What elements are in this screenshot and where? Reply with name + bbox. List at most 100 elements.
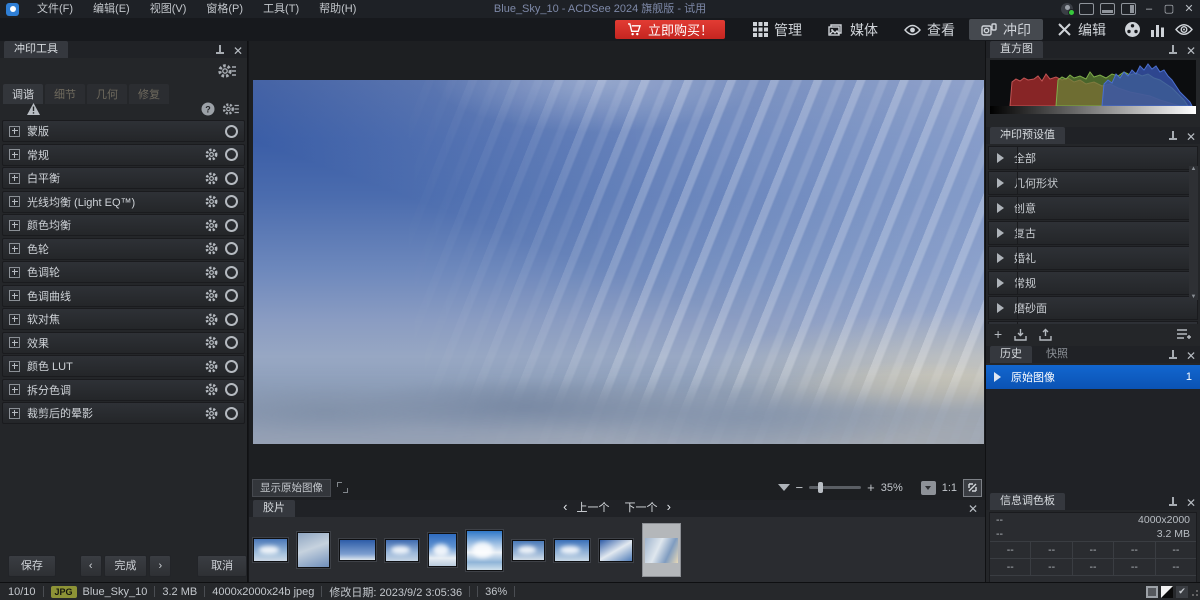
panel-settings-button[interactable]: [217, 62, 237, 80]
expand-icon[interactable]: [9, 337, 20, 348]
close-icon[interactable]: ✕: [968, 504, 978, 514]
filmstrip-thumbnail-3[interactable]: [339, 539, 376, 561]
mode-manage-button[interactable]: 管理: [741, 19, 814, 40]
toggle-icon[interactable]: [225, 360, 238, 373]
window-maximize-button[interactable]: ▢: [1162, 3, 1176, 15]
gear-menu-icon[interactable]: [221, 102, 241, 116]
prev-image-button[interactable]: ‹: [80, 555, 102, 577]
dashboard-button[interactable]: [1120, 19, 1144, 40]
filmstrip-thumbnail-6[interactable]: [466, 530, 503, 571]
fullscreen-icon[interactable]: [337, 482, 348, 493]
expand-arrow-icon[interactable]: [997, 203, 1004, 213]
close-icon[interactable]: ✕: [1186, 132, 1196, 142]
preset-wedding[interactable]: 婚礼: [988, 246, 1198, 270]
done-button[interactable]: 完成: [104, 555, 148, 577]
tool-row-split-tone[interactable]: 拆分色调: [2, 379, 245, 401]
gear-icon[interactable]: [205, 219, 218, 232]
close-icon[interactable]: ✕: [1186, 46, 1196, 56]
expand-icon[interactable]: [9, 173, 20, 184]
saved-state-icon[interactable]: ✔: [1176, 586, 1188, 598]
tool-row-tone-wheel[interactable]: 色调轮: [2, 261, 245, 283]
toggle-icon[interactable]: [225, 289, 238, 302]
pan-tool-button[interactable]: [963, 479, 982, 497]
expand-arrow-icon[interactable]: [997, 178, 1004, 188]
menu-edit[interactable]: 编辑(E): [83, 0, 140, 18]
preset-matte[interactable]: 磨砂面: [988, 296, 1198, 320]
preset-all[interactable]: 全部: [988, 146, 1198, 170]
add-preset-button[interactable]: +: [994, 327, 1002, 341]
gear-icon[interactable]: [205, 336, 218, 349]
filmstrip-thumbnail-7[interactable]: [512, 540, 545, 561]
zoom-out-button[interactable]: −: [796, 483, 804, 493]
export-icon[interactable]: [1039, 328, 1052, 341]
expand-icon[interactable]: [9, 267, 20, 278]
gear-icon[interactable]: [205, 172, 218, 185]
prev-button[interactable]: 上一个: [576, 502, 609, 514]
acdsee-365-button[interactable]: [1172, 19, 1196, 40]
history-item-original[interactable]: 原始图像 1: [986, 365, 1200, 389]
filmstrip-thumbnail-9[interactable]: [599, 539, 633, 562]
pin-icon[interactable]: [216, 45, 224, 56]
gear-icon[interactable]: [205, 266, 218, 279]
expand-icon[interactable]: [9, 408, 20, 419]
expand-arrow-icon[interactable]: [997, 303, 1004, 313]
toggle-icon[interactable]: [225, 148, 238, 161]
toggle-icon[interactable]: [225, 219, 238, 232]
activity-button[interactable]: [1146, 19, 1170, 40]
zoom-percentage[interactable]: 35%: [881, 482, 915, 494]
save-button[interactable]: 保存: [8, 555, 56, 577]
layout-right-icon[interactable]: [1121, 3, 1136, 15]
filmstrip-thumbnail-8[interactable]: [554, 539, 590, 562]
buy-now-button[interactable]: 立即购买！: [615, 20, 725, 39]
filmstrip-thumbnail-5[interactable]: [428, 533, 457, 567]
tool-row-masks[interactable]: 蒙版: [2, 120, 245, 142]
pin-icon[interactable]: [1169, 497, 1177, 508]
gear-icon[interactable]: [205, 148, 218, 161]
prev-chevron-icon[interactable]: ‹: [563, 499, 567, 514]
toggle-icon[interactable]: [225, 383, 238, 396]
gear-icon[interactable]: [205, 407, 218, 420]
menu-panes[interactable]: 窗格(P): [196, 0, 253, 18]
window-minimize-button[interactable]: –: [1142, 3, 1156, 15]
tool-row-color-lut[interactable]: 颜色 LUT: [2, 355, 245, 377]
pin-icon[interactable]: [1169, 45, 1177, 56]
tool-row-color-eq[interactable]: 颜色均衡: [2, 214, 245, 236]
menu-help[interactable]: 帮助(H): [309, 0, 366, 18]
user-account-icon[interactable]: [1061, 3, 1073, 15]
gear-icon[interactable]: [205, 289, 218, 302]
list-options-icon[interactable]: [1176, 328, 1192, 340]
next-button[interactable]: 下一个: [625, 502, 658, 514]
expand-icon[interactable]: [9, 220, 20, 231]
tool-row-post-crop-vignette[interactable]: 裁剪后的晕影: [2, 402, 245, 424]
toggle-icon[interactable]: [225, 313, 238, 326]
pin-icon[interactable]: [1169, 350, 1177, 361]
compare-state-icon[interactable]: [1161, 586, 1173, 598]
toggle-icon[interactable]: [225, 242, 238, 255]
zoom-menu-icon[interactable]: [778, 484, 790, 491]
next-image-button[interactable]: ›: [149, 555, 171, 577]
tool-row-soft-focus[interactable]: 软对焦: [2, 308, 245, 330]
toggle-icon[interactable]: [225, 336, 238, 349]
show-original-button[interactable]: 显示原始图像: [252, 479, 331, 497]
gear-icon[interactable]: [205, 195, 218, 208]
zoom-in-button[interactable]: +: [867, 483, 875, 493]
close-icon[interactable]: ✕: [1186, 498, 1196, 508]
menu-tools[interactable]: 工具(T): [253, 0, 309, 18]
scrollbar[interactable]: [1189, 166, 1198, 300]
gear-icon[interactable]: [205, 313, 218, 326]
mode-edit-button[interactable]: 编辑: [1045, 19, 1118, 40]
mode-media-button[interactable]: 媒体: [816, 19, 890, 40]
expand-icon[interactable]: [9, 196, 20, 207]
preset-general[interactable]: 常规: [988, 271, 1198, 295]
toggle-icon[interactable]: [225, 195, 238, 208]
mode-develop-button[interactable]: 冲印: [969, 19, 1043, 40]
zoom-dropdown-button[interactable]: [921, 481, 936, 495]
expand-icon[interactable]: [9, 314, 20, 325]
layout-default-icon[interactable]: [1079, 3, 1094, 15]
expand-icon[interactable]: [9, 126, 20, 137]
tool-row-white-balance[interactable]: 白平衡: [2, 167, 245, 189]
gear-icon[interactable]: [205, 360, 218, 373]
next-chevron-icon[interactable]: ›: [667, 499, 671, 514]
gear-icon[interactable]: [205, 383, 218, 396]
expand-icon[interactable]: [9, 149, 20, 160]
